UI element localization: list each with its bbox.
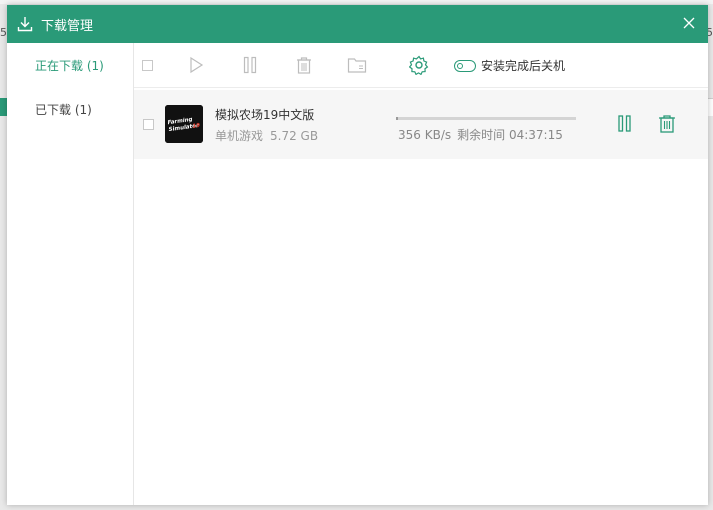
trash-icon xyxy=(297,57,311,74)
pause-icon xyxy=(618,115,631,132)
svg-text:19: 19 xyxy=(192,123,201,130)
sidebar-item-label: 正在下载 (1) xyxy=(35,58,104,73)
sidebar: 正在下载 (1) 已下载 (1) xyxy=(7,43,134,505)
toolbar: 安装完成后关机 xyxy=(134,43,708,88)
shutdown-toggle-label: 安装完成后关机 xyxy=(481,59,566,73)
select-all-checkbox[interactable] xyxy=(142,60,153,71)
sidebar-item-downloading[interactable]: 正在下载 (1) xyxy=(7,43,133,87)
download-manager-window: 下载管理 正在下载 (1) 已下载 (1) 安装完成后关机 Farming Si… xyxy=(7,5,708,505)
shutdown-toggle[interactable]: 安装完成后关机 xyxy=(454,57,565,74)
gear-icon xyxy=(409,55,429,75)
game-category: 单机游戏 xyxy=(215,129,264,143)
game-icon: Farming Simulator 19 xyxy=(165,105,203,143)
title-bar: 下载管理 xyxy=(7,5,708,43)
progress-fill xyxy=(396,117,398,120)
pause-download-button[interactable] xyxy=(616,114,634,134)
background-top-edge xyxy=(0,0,713,4)
download-speed: 356 KB/s xyxy=(398,128,452,142)
close-button[interactable] xyxy=(680,14,698,32)
start-button[interactable] xyxy=(186,55,206,75)
settings-button[interactable] xyxy=(409,55,429,75)
download-status: 356 KB/s 剩余时间 04:37:15 xyxy=(398,126,563,143)
play-icon xyxy=(190,56,204,74)
download-icon xyxy=(16,15,34,33)
delete-download-button[interactable] xyxy=(657,114,677,134)
toggle-knob xyxy=(457,62,463,69)
row-checkbox[interactable] xyxy=(143,119,154,130)
download-row: Farming Simulator 19 模拟农场19中文版 单机游戏 5.72 … xyxy=(134,90,708,159)
trash-icon xyxy=(659,115,675,133)
background-text-left: 5 xyxy=(0,26,7,39)
open-folder-button[interactable] xyxy=(347,55,367,75)
pause-icon xyxy=(243,56,257,74)
download-list-panel: 安装完成后关机 Farming Simulator 19 模拟农场19中文版 单… xyxy=(134,43,708,505)
window-title: 下载管理 xyxy=(41,18,94,34)
pause-all-button[interactable] xyxy=(240,55,260,75)
game-title: 模拟农场19中文版 xyxy=(215,108,315,122)
toggle-switch[interactable] xyxy=(454,59,476,72)
delete-all-button[interactable] xyxy=(294,55,314,75)
sidebar-item-label: 已下载 (1) xyxy=(35,102,92,117)
game-size: 5.72 GB xyxy=(270,129,319,143)
sidebar-item-downloaded[interactable]: 已下载 (1) xyxy=(7,87,133,131)
close-icon xyxy=(683,17,695,29)
folder-icon xyxy=(347,58,367,73)
game-meta: 单机游戏 5.72 GB xyxy=(215,127,318,144)
remaining-time: 剩余时间 04:37:15 xyxy=(457,128,563,142)
download-progress-bar xyxy=(396,117,576,120)
